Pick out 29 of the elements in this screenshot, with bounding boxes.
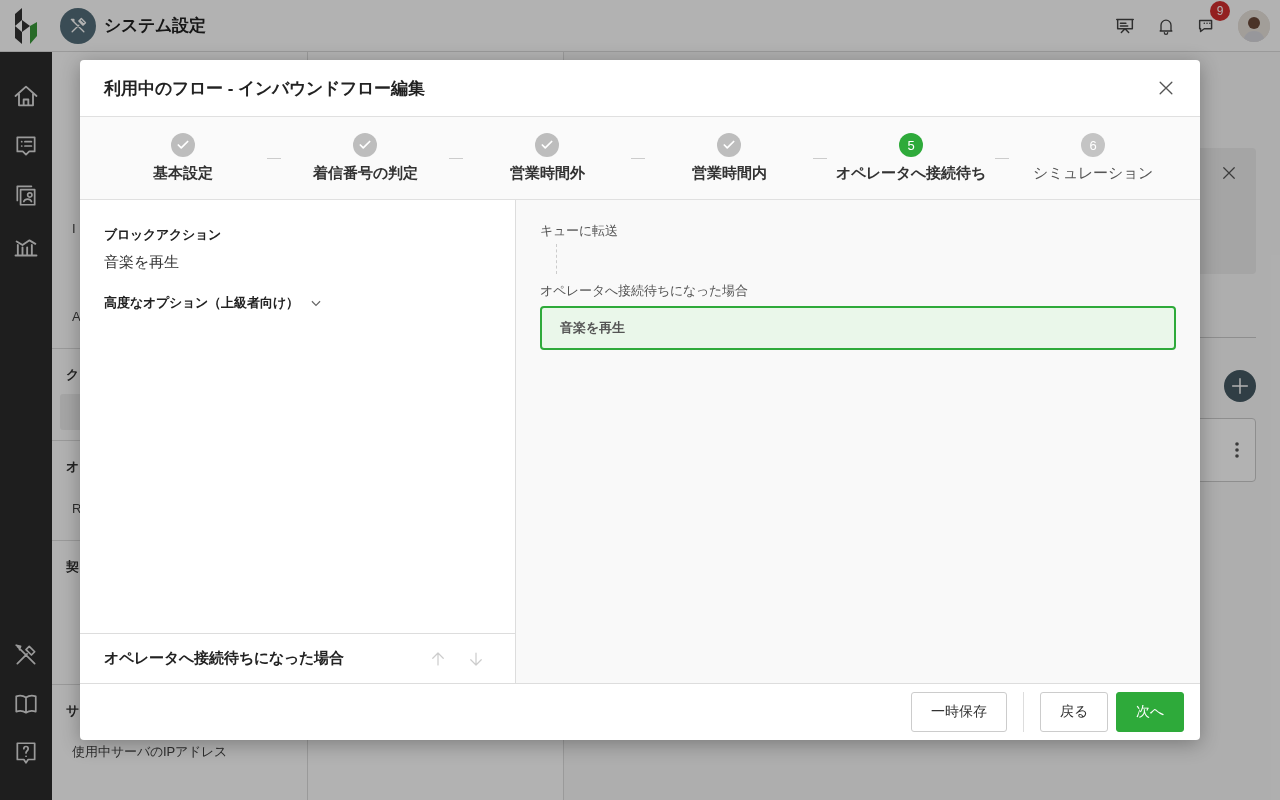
step-label: 基本設定 (153, 164, 213, 183)
contact-icon (13, 182, 39, 208)
connector-line (556, 244, 558, 274)
dialog-title: 利用中のフロー - インバウンドフロー編集 (104, 77, 426, 100)
step-label: シミュレーション (1033, 164, 1153, 183)
plus-icon (1229, 375, 1251, 397)
advanced-options-toggle[interactable]: 高度なオプション（上級者向け） (104, 294, 323, 312)
step-label: 営業時間外 (509, 164, 585, 183)
flow-label: オペレータへ接続待ちになった場合 (540, 282, 749, 300)
flow-block[interactable]: 音楽を再生 (540, 306, 1176, 350)
close-icon (1220, 164, 1238, 182)
panel-footer-title: オペレータへ接続待ちになった場合 (104, 649, 345, 668)
app-title: システム設定 (104, 15, 206, 37)
field-label: ブロックアクション (104, 226, 222, 244)
flow-label: キューに転送 (540, 222, 619, 240)
dialog-button[interactable]: 一時保存 (911, 692, 1007, 732)
notification-badge: 9 (1210, 0, 1230, 21)
help-icon (13, 740, 39, 766)
more-icon[interactable] (1235, 442, 1239, 458)
logo-icon (15, 7, 37, 44)
step-label: 着信番号の判定 (312, 164, 418, 183)
avatar[interactable] (1238, 9, 1270, 42)
step-number: 6 (1081, 133, 1105, 157)
step-label: 営業時間内 (691, 164, 767, 183)
field-value: 音楽を再生 (104, 253, 180, 272)
step-number: 5 (899, 133, 923, 157)
dialog-button[interactable]: 戻る (1040, 692, 1108, 732)
step-label: オペレータへ接続待ち (836, 164, 986, 183)
add-button[interactable] (1224, 370, 1256, 402)
